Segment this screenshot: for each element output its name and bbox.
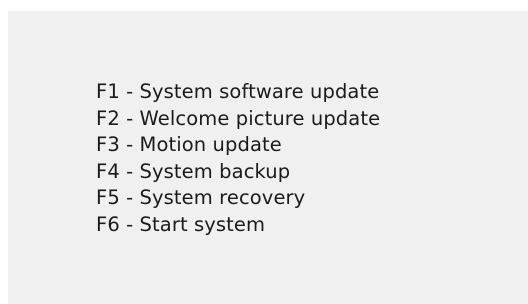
menu-item-system-recovery[interactable]: F5 - System recovery — [96, 185, 380, 212]
boot-menu: F1 - System software update F2 - Welcome… — [96, 79, 380, 238]
menu-item-system-backup[interactable]: F4 - System backup — [96, 159, 380, 186]
menu-item-motion-update[interactable]: F3 - Motion update — [96, 132, 380, 159]
boot-screen: F1 - System software update F2 - Welcome… — [8, 11, 528, 304]
menu-item-start-system[interactable]: F6 - Start system — [96, 212, 380, 239]
menu-item-system-software-update[interactable]: F1 - System software update — [96, 79, 380, 106]
menu-item-welcome-picture-update[interactable]: F2 - Welcome picture update — [96, 106, 380, 133]
